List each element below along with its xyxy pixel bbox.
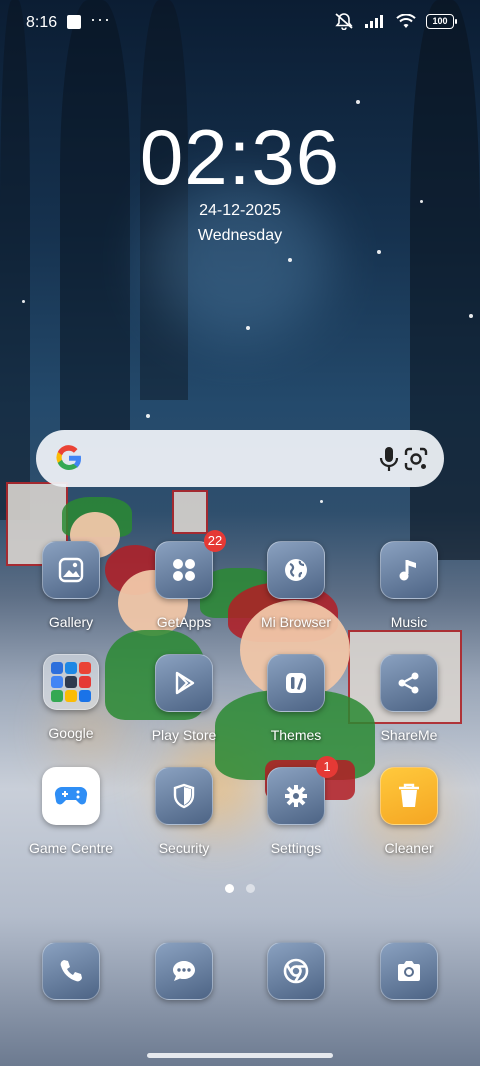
notification-badge: 1 bbox=[316, 756, 338, 778]
app-play-store[interactable]: Play Store bbox=[136, 654, 232, 743]
app-label: GetApps bbox=[156, 614, 212, 630]
app-cleaner[interactable]: Cleaner bbox=[361, 767, 457, 856]
silent-icon bbox=[335, 13, 353, 30]
app-google-folder[interactable]: Google bbox=[23, 654, 119, 741]
gallery-icon bbox=[42, 541, 100, 599]
dock-messages[interactable] bbox=[136, 942, 232, 1000]
messages-icon bbox=[155, 942, 213, 1000]
getapps-icon: 22 bbox=[155, 530, 226, 599]
app-security[interactable]: Security bbox=[136, 767, 232, 856]
app-gallery[interactable]: Gallery bbox=[23, 541, 119, 630]
app-label: Gallery bbox=[48, 614, 94, 630]
trash-icon bbox=[380, 767, 438, 825]
dock-camera[interactable] bbox=[361, 942, 457, 1000]
page-dot bbox=[246, 884, 255, 893]
google-lens-icon[interactable] bbox=[403, 446, 429, 472]
dock-phone[interactable] bbox=[23, 942, 119, 1000]
app-mi-browser[interactable]: Mi Browser bbox=[248, 541, 344, 630]
gear-icon: 1 bbox=[267, 756, 338, 825]
music-note-icon bbox=[380, 541, 438, 599]
clock-date: 24-12-2025 bbox=[199, 202, 281, 219]
clock-weekday: Wednesday bbox=[197, 227, 283, 244]
status-time: 8:16 bbox=[26, 14, 58, 31]
share-icon bbox=[380, 654, 438, 712]
app-label: Themes bbox=[270, 727, 322, 743]
app-label: Mi Browser bbox=[260, 614, 331, 630]
app-label: Music bbox=[390, 614, 428, 630]
globe-icon bbox=[267, 541, 325, 599]
notification-square-icon bbox=[67, 15, 81, 29]
status-bar: 8:16 ··· 100 bbox=[0, 0, 480, 46]
app-label: Security bbox=[158, 840, 210, 856]
app-getapps[interactable]: 22 GetApps bbox=[136, 530, 232, 630]
phone-icon bbox=[42, 942, 100, 1000]
page-dot-active bbox=[225, 884, 234, 893]
play-store-icon bbox=[155, 654, 213, 712]
shield-icon bbox=[155, 767, 213, 825]
wifi-icon bbox=[396, 13, 416, 28]
app-label: Cleaner bbox=[384, 840, 434, 856]
signal-icon bbox=[365, 15, 383, 28]
app-label: Google bbox=[48, 725, 94, 741]
app-settings[interactable]: 1 Settings bbox=[248, 756, 344, 856]
app-label: ShareMe bbox=[380, 727, 438, 743]
app-label: Play Store bbox=[151, 727, 217, 743]
app-shareme[interactable]: ShareMe bbox=[361, 654, 457, 743]
more-notifications-icon: ··· bbox=[90, 9, 111, 29]
google-search-bar[interactable] bbox=[36, 430, 444, 487]
app-game-centre[interactable]: Game Centre bbox=[23, 767, 119, 856]
app-themes[interactable]: Themes bbox=[248, 654, 344, 743]
app-label: Game Centre bbox=[28, 840, 114, 856]
themes-icon bbox=[267, 654, 325, 712]
app-label: Settings bbox=[270, 840, 322, 856]
home-gesture-bar[interactable] bbox=[147, 1053, 333, 1058]
app-music[interactable]: Music bbox=[361, 541, 457, 630]
microphone-icon[interactable] bbox=[376, 445, 402, 473]
google-logo-icon bbox=[56, 445, 82, 471]
notification-badge: 22 bbox=[204, 530, 226, 552]
folder-icon bbox=[43, 654, 99, 710]
gamepad-icon bbox=[42, 767, 100, 825]
chrome-icon bbox=[267, 942, 325, 1000]
camera-icon bbox=[380, 942, 438, 1000]
dock-chrome[interactable] bbox=[248, 942, 344, 1000]
clock-time[interactable]: 02:36 bbox=[0, 112, 480, 203]
battery-icon: 100 bbox=[426, 13, 457, 29]
